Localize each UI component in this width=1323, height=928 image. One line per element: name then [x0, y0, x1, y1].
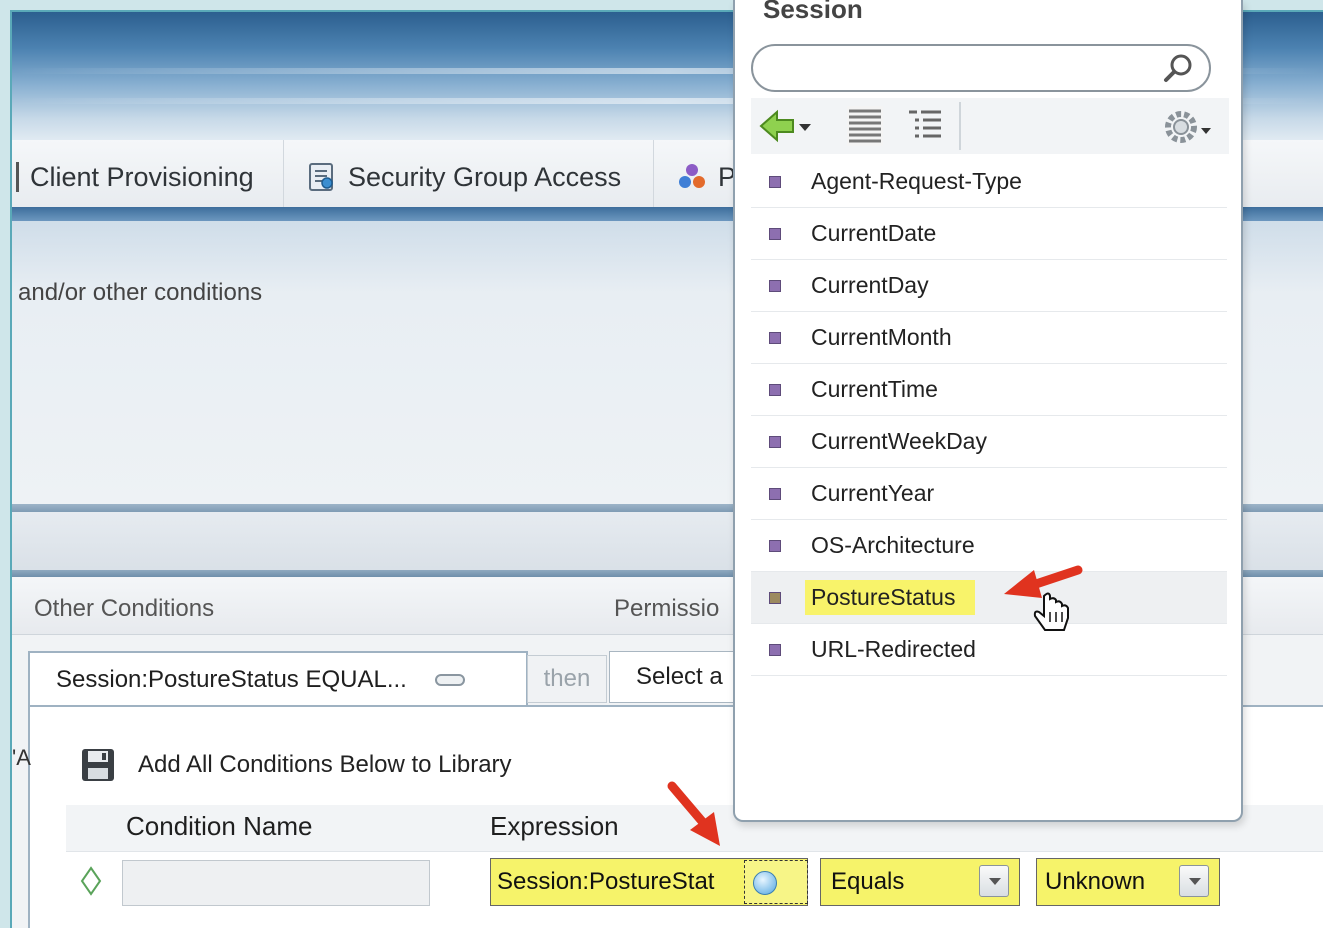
attribute-icon	[769, 487, 781, 500]
edge-mark: 'A	[12, 745, 31, 770]
condition-expression-tab[interactable]: Session:PostureStatus EQUAL...	[28, 651, 528, 707]
then-label: then	[527, 655, 607, 703]
toolbar-separator	[959, 102, 961, 150]
attribute-label: CurrentTime	[811, 376, 938, 402]
attribute-icon	[769, 331, 781, 344]
chevron-down-icon[interactable]	[979, 865, 1009, 897]
attribute-label: CurrentDate	[811, 220, 937, 246]
tab-client-provisioning[interactable]: Client Provisioning	[12, 140, 284, 214]
search-input[interactable]	[751, 44, 1211, 92]
list-item[interactable]: CurrentWeekDay	[751, 416, 1227, 468]
attribute-icon	[769, 279, 781, 292]
screenshot-stage: Client Provisioning Security Group Acces…	[0, 0, 1323, 928]
tab-security-group-access[interactable]: Security Group Access	[284, 140, 654, 214]
back-arrow-icon[interactable]	[759, 108, 815, 144]
condition-name-input[interactable]	[122, 860, 430, 906]
attribute-label: CurrentYear	[811, 480, 935, 506]
list-item[interactable]: CurrentMonth	[751, 312, 1227, 364]
add-to-library-action[interactable]: Add All Conditions Below to Library	[80, 747, 512, 783]
permissions-header: Permissio	[614, 595, 720, 622]
list-item[interactable]: CurrentDate	[751, 208, 1227, 260]
attribute-picker-popup: Session Agent-Request-Type CurrentDate C…	[733, 0, 1243, 822]
condition-name-header: Condition Name	[126, 811, 313, 841]
attribute-label: URL-Redirected	[811, 636, 976, 662]
diamond-icon[interactable]	[80, 866, 102, 896]
client-provisioning-icon	[16, 162, 22, 192]
attribute-label: PostureStatus	[805, 580, 976, 615]
tab-label: Security Group Access	[348, 161, 622, 192]
people-icon	[679, 164, 705, 188]
search-icon[interactable]	[1161, 52, 1195, 86]
attribute-icon	[769, 175, 781, 188]
tree-view-icon[interactable]	[905, 106, 945, 146]
popup-title: Session	[763, 0, 863, 24]
attribute-icon	[769, 591, 781, 604]
list-item-posture-status[interactable]: PostureStatus	[751, 572, 1227, 624]
list-item[interactable]: URL-Redirected	[751, 624, 1227, 676]
list-item[interactable]: CurrentYear	[751, 468, 1227, 520]
attribute-label: CurrentWeekDay	[811, 428, 987, 454]
collapse-icon[interactable]	[434, 674, 465, 686]
attribute-label: CurrentDay	[811, 272, 929, 298]
list-item[interactable]: OS-Architecture	[751, 520, 1227, 572]
attribute-icon	[769, 435, 781, 448]
attribute-icon	[769, 643, 781, 656]
condition-row: Session:PostureStat Equals Unknown	[66, 851, 1323, 915]
list-item[interactable]: CurrentDay	[751, 260, 1227, 312]
attribute-icon	[769, 539, 781, 552]
gear-icon[interactable]	[1161, 106, 1213, 148]
chevron-down-icon[interactable]	[1179, 865, 1209, 897]
attribute-icon	[769, 383, 781, 396]
other-conditions-header: Other Conditions	[34, 595, 215, 622]
condition-summary: Session:PostureStatus EQUAL...	[56, 666, 407, 693]
expression-header: Expression	[490, 811, 619, 841]
attribute-label: CurrentMonth	[811, 324, 952, 350]
attribute-dropdown-button[interactable]	[744, 860, 808, 904]
attribute-list: Agent-Request-Type CurrentDate CurrentDa…	[751, 156, 1227, 676]
operator-select[interactable]: Equals	[820, 858, 1020, 906]
chevron-down-icon	[753, 871, 777, 895]
value-select[interactable]: Unknown	[1036, 858, 1220, 906]
attribute-icon	[769, 227, 781, 240]
list-item[interactable]: CurrentTime	[751, 364, 1227, 416]
description-text: and/or other conditions	[18, 279, 263, 306]
operator-value: Equals	[831, 868, 905, 895]
popup-toolbar	[751, 98, 1229, 154]
add-to-library-label: Add All Conditions Below to Library	[138, 751, 512, 778]
save-icon	[82, 749, 114, 781]
attribute-label: OS-Architecture	[811, 532, 975, 558]
list-item[interactable]: Agent-Request-Type	[751, 156, 1227, 208]
list-view-icon[interactable]	[845, 104, 885, 148]
value-text: Unknown	[1045, 868, 1146, 895]
tab-label: Client Provisioning	[30, 161, 254, 192]
security-group-access-icon	[309, 163, 333, 191]
attribute-label: Agent-Request-Type	[811, 168, 1022, 194]
